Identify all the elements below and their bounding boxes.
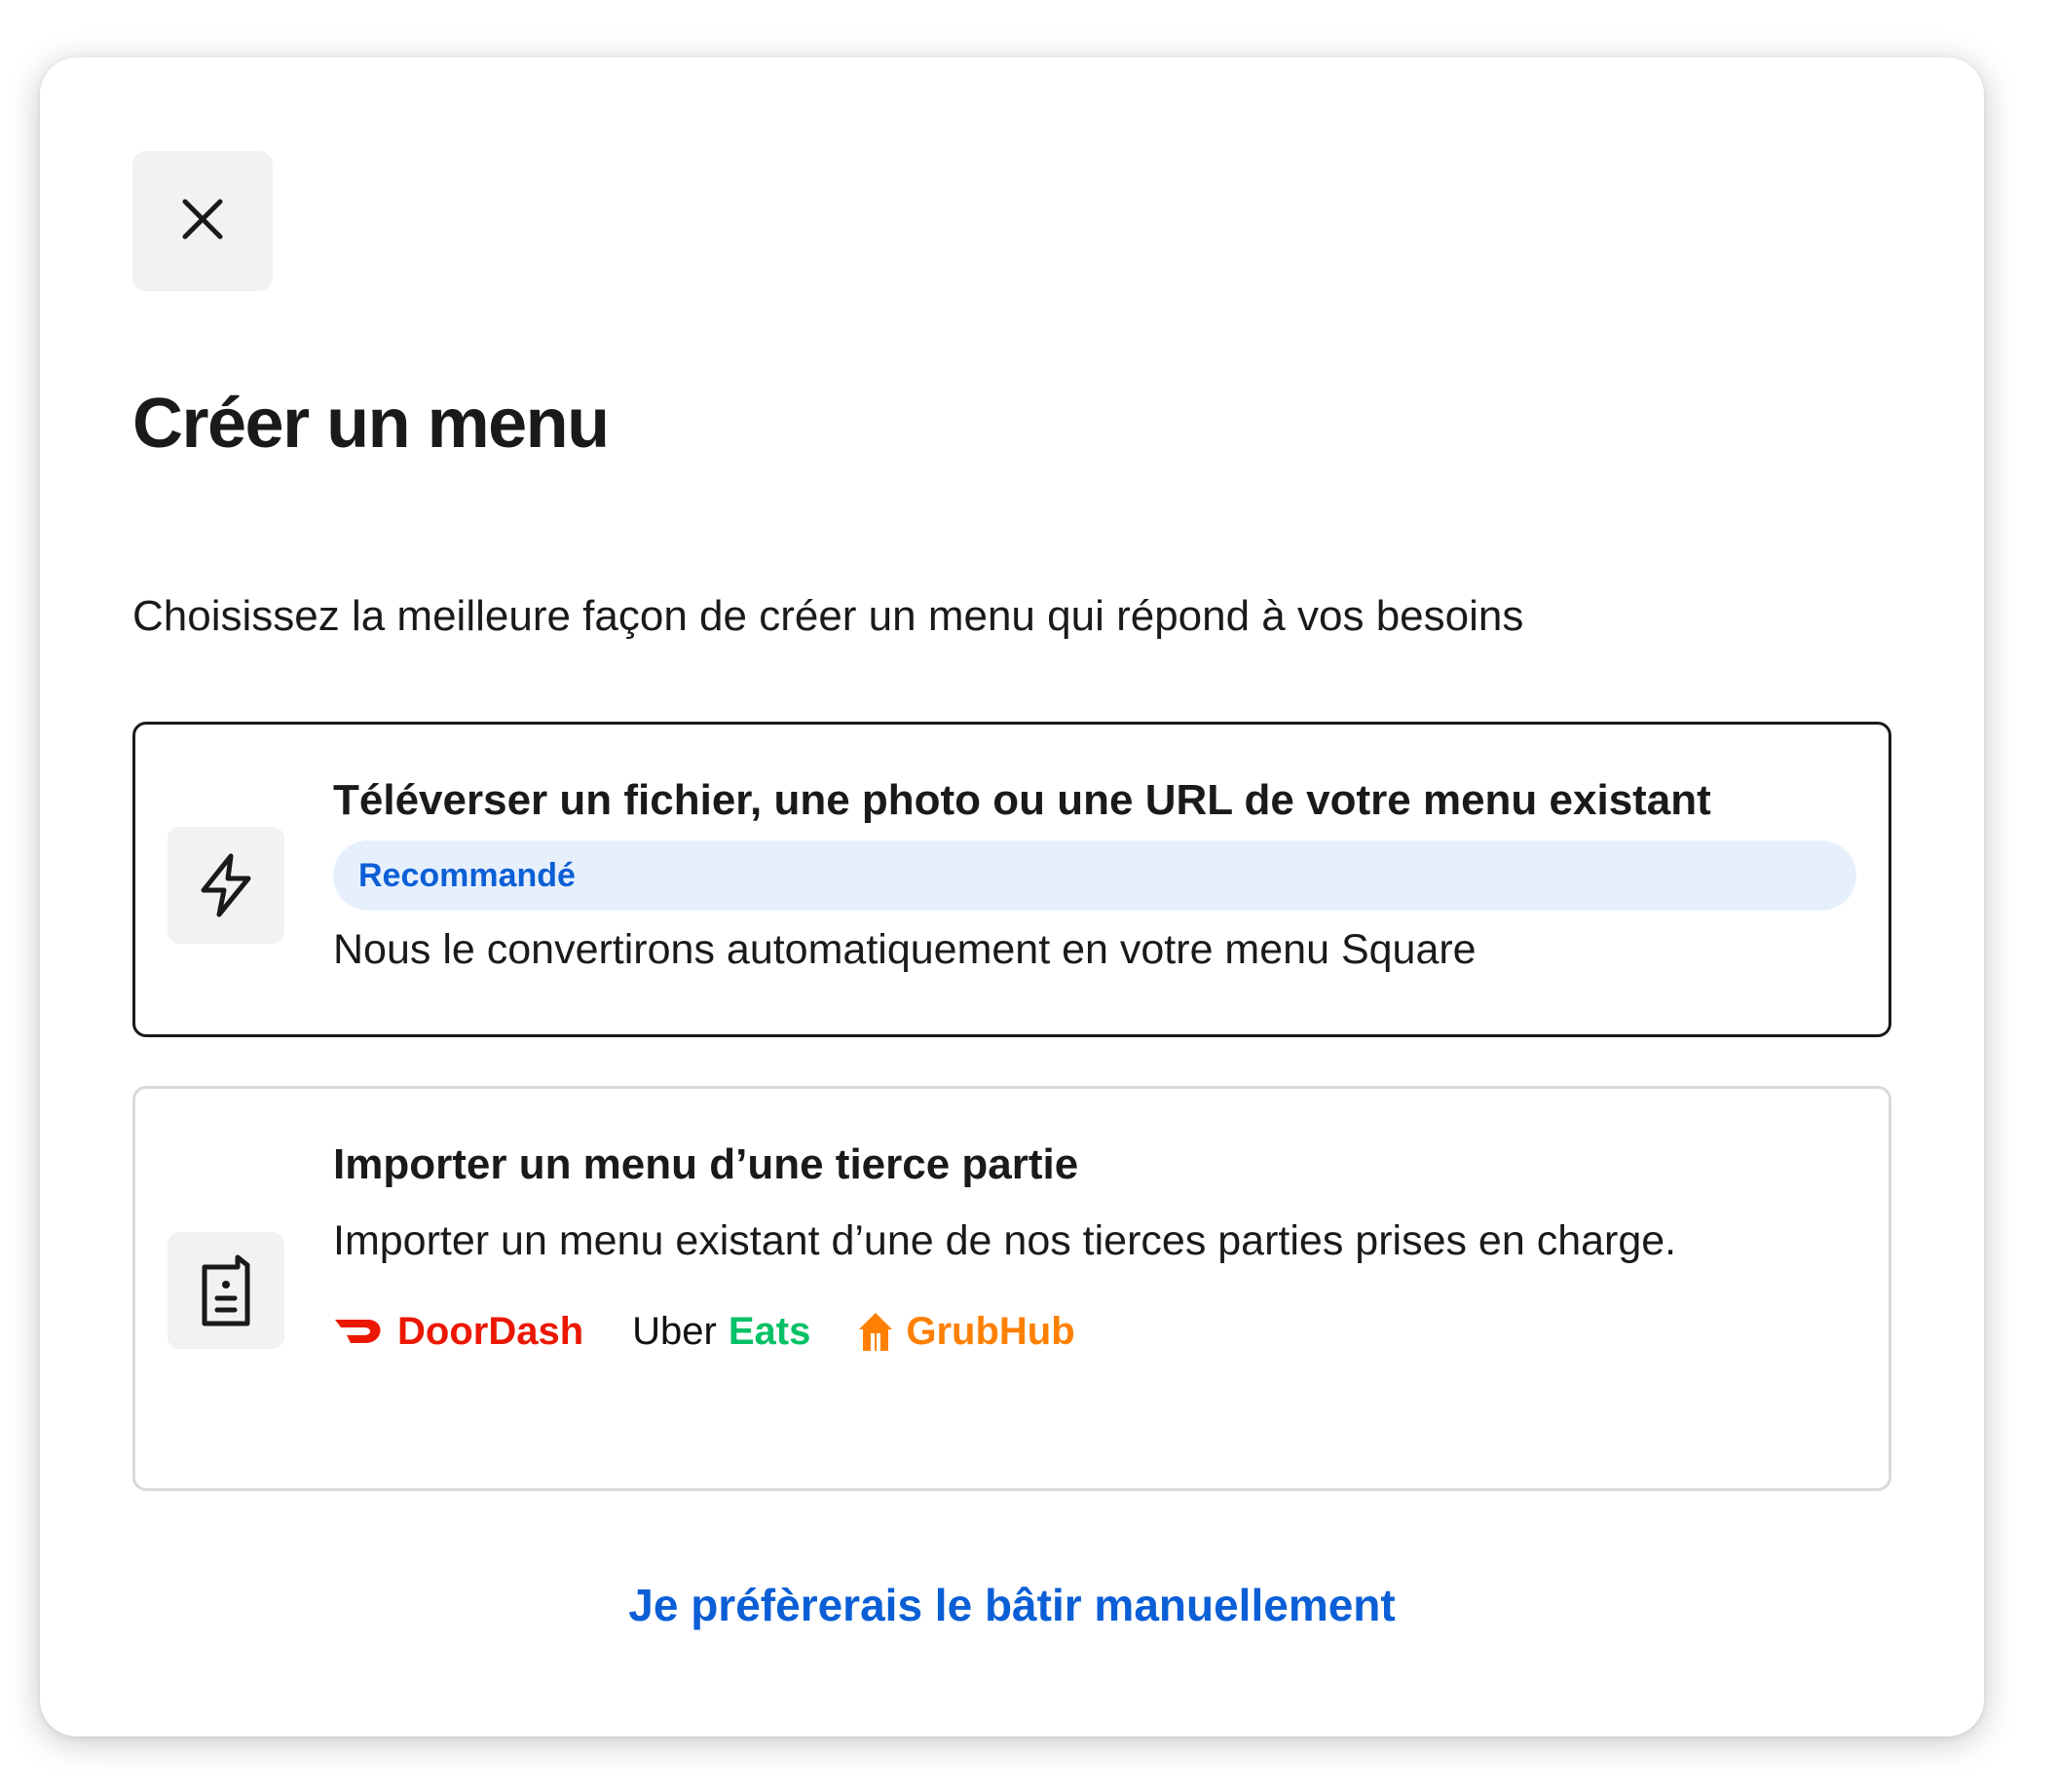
- option-upload-description: Nous le convertirons automatiquement en …: [333, 926, 1477, 973]
- grubhub-icon: [859, 1313, 893, 1351]
- lightning-bolt-icon: [168, 827, 284, 944]
- build-manually-link[interactable]: Je préfèrerais le bâtir manuellement: [40, 1579, 1984, 1631]
- option-import-title: Importer un menu d’une tierce partie: [333, 1140, 1079, 1188]
- recommended-badge: Recommandé: [333, 840, 1856, 911]
- dialog-title: Créer un menu: [132, 385, 610, 463]
- doordash-logo: DoorDash: [333, 1310, 583, 1354]
- option-upload-title: Téléverser un fichier, une photo ou une …: [333, 776, 1711, 824]
- partner-logos: DoorDash Uber Eats GrubHub: [333, 1306, 1856, 1357]
- uber-label: Uber: [632, 1309, 717, 1353]
- create-menu-dialog: Créer un menu Choisissez la meilleure fa…: [40, 57, 1984, 1736]
- grubhub-logo: GrubHub: [855, 1309, 1075, 1354]
- option-import-description: Importer un menu existant d’une de nos t…: [333, 1217, 1677, 1264]
- option-upload-menu[interactable]: Téléverser un fichier, une photo ou une …: [132, 722, 1891, 1037]
- close-button[interactable]: [132, 151, 273, 291]
- dialog-subtitle: Choisissez la meilleure façon de créer u…: [132, 592, 1524, 640]
- option-import-third-party[interactable]: Importer un menu d’une tierce partie Imp…: [132, 1086, 1891, 1491]
- eats-label: Eats: [728, 1309, 811, 1353]
- uber-eats-logo: Uber Eats: [632, 1310, 810, 1354]
- close-icon: [181, 198, 224, 245]
- doordash-label: DoorDash: [397, 1309, 584, 1353]
- clipboard-menu-icon: [168, 1232, 284, 1349]
- doordash-icon: [335, 1320, 381, 1343]
- grubhub-label: GrubHub: [906, 1309, 1075, 1353]
